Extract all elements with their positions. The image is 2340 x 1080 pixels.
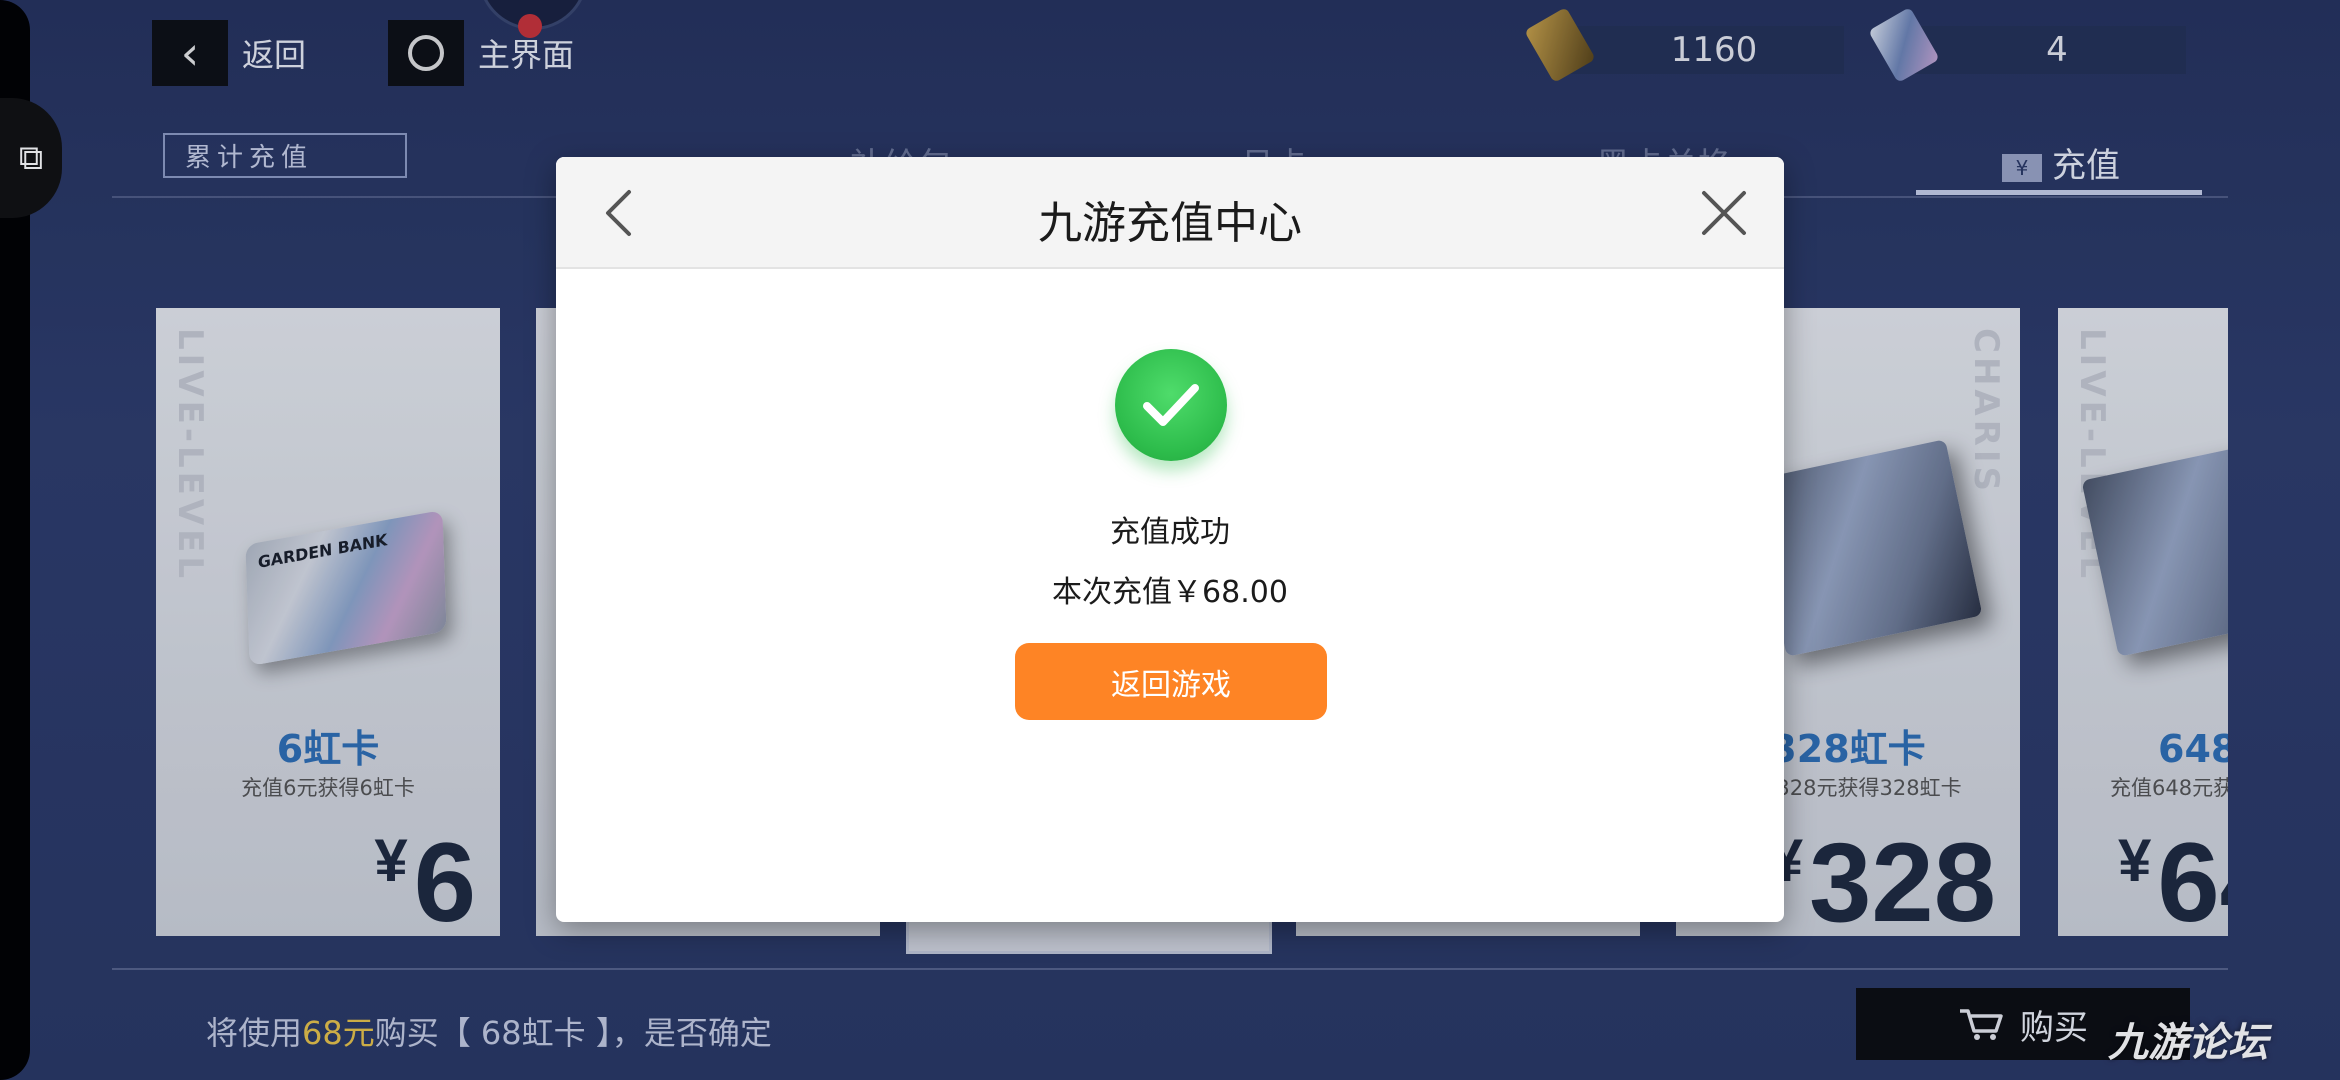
close-icon [1702, 191, 1746, 235]
recharge-amount: 本次充值￥68.00 [1052, 575, 1288, 610]
recharge-status: 充值成功 [1110, 515, 1230, 550]
return-to-game-button[interactable]: 返回游戏 [1015, 643, 1327, 720]
recharge-dialog: 九游充值中心 充值成功 本次充值￥68.00 返回游戏 [556, 157, 1784, 922]
dialog-close-button[interactable] [1694, 183, 1754, 243]
success-icon [1115, 349, 1227, 461]
dialog-title: 九游充值中心 [1038, 198, 1302, 249]
checkmark-icon [1143, 384, 1199, 426]
dialog-header: 九游充值中心 [556, 157, 1784, 269]
